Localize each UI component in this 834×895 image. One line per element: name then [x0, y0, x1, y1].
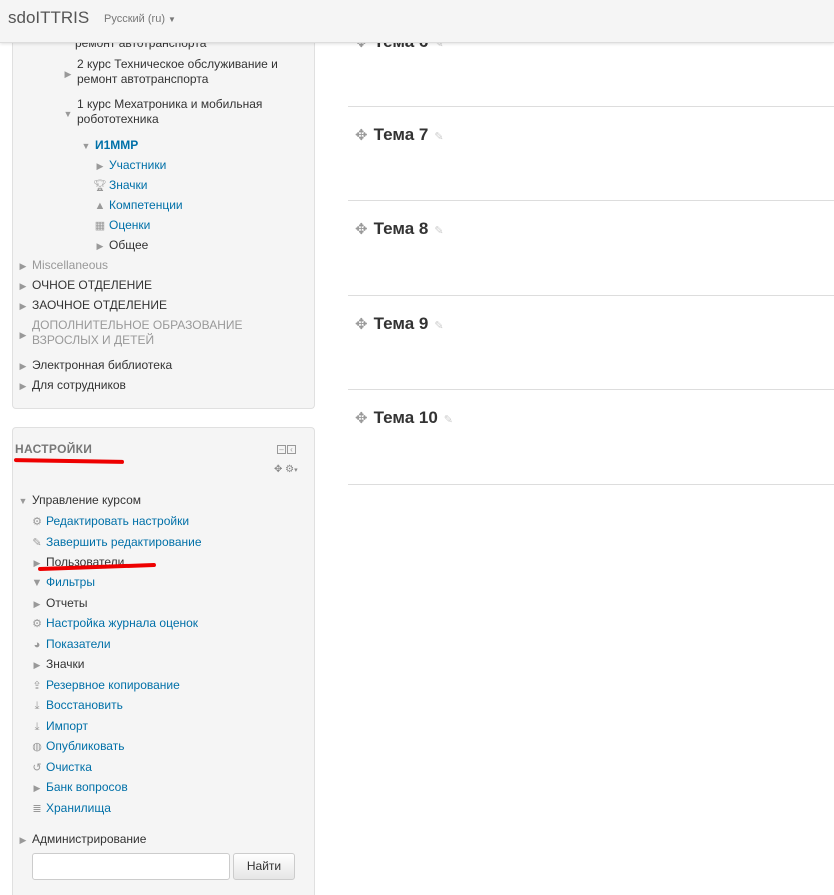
caret-down-icon: ▼: [167, 15, 176, 24]
tree-item-course2-line2: ремонт автотранспорта: [77, 72, 209, 86]
tree-item-library[interactable]: ▶ Электронная библиотека: [16, 358, 173, 374]
settings-item-question-bank[interactable]: ▶ Банк вопросов: [30, 780, 128, 796]
chevron-right-icon: ▶: [33, 783, 41, 793]
settings-course-admin[interactable]: ▼ Управление курсом: [16, 493, 142, 509]
chevron-right-icon: ▶: [19, 330, 27, 340]
table-icon: ▦: [94, 220, 106, 232]
chevron-right-icon: ▶: [64, 69, 72, 79]
settings-item-gradebook-setup[interactable]: ⚙ Настройка журнала оценок: [30, 616, 198, 632]
pencil-icon[interactable]: ✎: [434, 131, 443, 143]
trophy-icon: 🏆︎: [93, 180, 107, 192]
settings-item-repositories[interactable]: ≣ Хранилища: [30, 801, 111, 817]
settings-item-filters[interactable]: ▼ Фильтры: [30, 575, 95, 591]
tree-item-grades[interactable]: ▦ Оценки: [93, 218, 151, 234]
tree-item-participants[interactable]: ▶ Участники: [93, 158, 167, 174]
chevron-down-icon: ▼: [18, 496, 28, 506]
tree-item-current-course[interactable]: ▼ И1ММР: [79, 138, 139, 154]
settings-item-finish-editing[interactable]: ✎ Завершить редактирование: [30, 535, 201, 551]
tree-item-course2-line1: 2 курс Техническое обслуживание и: [77, 57, 278, 71]
tree-item-staff[interactable]: ▶ Для сотрудников: [16, 378, 126, 394]
tree-item-extramural[interactable]: ▶ ЗАОЧНОЕ ОТДЕЛЕНИЕ: [16, 298, 167, 314]
chevron-right-icon: ▶: [33, 660, 41, 670]
settings-item-reset[interactable]: ↺ Очистка: [30, 760, 92, 776]
top-navbar: sdoITTRIS Русский (ru) ▼: [0, 0, 834, 43]
move-icon[interactable]: ✥: [274, 464, 282, 475]
reset-icon: ↺: [32, 762, 42, 774]
tree-item-course1-line2: робототехника: [77, 112, 159, 126]
block-dock-controls[interactable]: – ‹: [276, 444, 296, 455]
tree-item-additional[interactable]: ▶ ДОПОЛНИТЕЛЬНОЕ ОБРАЗОВАНИЕ ВЗРОСЛЫХ И ДЕ…: [16, 318, 243, 348]
tree-item-general[interactable]: ▶ Общее: [93, 238, 149, 254]
topic-divider: [348, 484, 834, 485]
topic-divider: [348, 106, 834, 107]
chevron-right-icon: ▶: [96, 241, 104, 251]
tree-item-course2[interactable]: ▶ 2 курс Техническое обслуживание и ремонт…: [61, 57, 278, 87]
collapse-icon[interactable]: –: [277, 444, 286, 454]
admin-search-input[interactable]: [32, 853, 230, 880]
topic-divider: [348, 200, 834, 201]
settings-site-admin[interactable]: ▶ Администрирование: [16, 832, 147, 848]
database-icon: ≣: [32, 803, 42, 815]
move-icon[interactable]: ✥: [355, 410, 368, 427]
gear-icon[interactable]: ⚙: [285, 464, 294, 475]
topic-8[interactable]: ✥ Тема 8 ✎: [355, 219, 444, 239]
move-icon[interactable]: ✥: [355, 316, 368, 333]
settings-item-import[interactable]: ⤓ Импорт: [30, 719, 88, 735]
language-menu[interactable]: Русский (ru) ▼: [104, 13, 176, 25]
filter-icon: ▼: [31, 577, 43, 589]
chevron-right-icon: ▶: [33, 599, 41, 609]
tree-item-additional-line2: ВЗРОСЛЫХ И ДЕТЕЙ: [32, 333, 155, 347]
tree-item-misc[interactable]: ▶ Miscellaneous: [16, 258, 109, 274]
topic-9[interactable]: ✥ Тема 9 ✎: [355, 314, 444, 334]
caret-down-icon: ▾: [294, 467, 298, 474]
site-brand[interactable]: sdoITTRIS: [8, 8, 89, 28]
tree-item-competencies[interactable]: ▲ Компетенции: [93, 198, 183, 214]
globe-icon: ◍: [32, 741, 42, 753]
chevron-down-icon: ▼: [81, 141, 91, 151]
chevron-right-icon: ▶: [19, 381, 27, 391]
topic-divider: [348, 295, 834, 296]
chevron-right-icon: ▶: [19, 281, 27, 291]
download-icon: ⤓: [34, 700, 40, 712]
settings-item-edit-settings[interactable]: ⚙ Редактировать настройки: [30, 514, 189, 530]
pencil-icon[interactable]: ✎: [444, 414, 453, 426]
settings-title: НАСТРОЙКИ: [15, 442, 93, 456]
chevron-down-icon: ▼: [63, 109, 73, 119]
settings-item-restore[interactable]: ⤓ Восстановить: [30, 698, 123, 714]
language-label: Русский (ru): [104, 13, 165, 25]
gear-icon: ⚙: [32, 618, 42, 630]
pencil-icon[interactable]: ✎: [434, 225, 443, 237]
settings-item-backup[interactable]: ⇪ Резервное копирование: [30, 678, 179, 694]
move-icon[interactable]: ✥: [355, 127, 368, 144]
tree-item-course1[interactable]: ▼ 1 курс Мехатроника и мобильная робототех…: [61, 97, 263, 127]
competency-icon: ▲: [94, 200, 106, 212]
upload-icon: ⇪: [32, 680, 42, 692]
settings-item-badges[interactable]: ▶ Значки: [30, 657, 85, 673]
gear-icon: ⚙: [32, 516, 42, 528]
tree-item-additional-line1: ДОПОЛНИТЕЛЬНОЕ ОБРАЗОВАНИЕ: [32, 318, 243, 332]
chevron-right-icon: ▶: [19, 261, 27, 271]
tree-item-course1-line1: 1 курс Мехатроника и мобильная: [77, 97, 263, 111]
search-button[interactable]: Найти: [233, 853, 295, 880]
tree-item-fulltime[interactable]: ▶ ОЧНОЕ ОТДЕЛЕНИЕ: [16, 278, 152, 294]
block-actions[interactable]: ✥ ⚙▾: [274, 464, 298, 475]
chevron-right-icon: ▶: [96, 161, 104, 171]
topic-10[interactable]: ✥ Тема 10 ✎: [355, 408, 453, 428]
topic-divider: [348, 389, 834, 390]
settings-item-reports[interactable]: ▶ Отчеты: [30, 596, 88, 612]
chevron-right-icon: ▶: [19, 835, 27, 845]
dock-icon[interactable]: ‹: [287, 444, 296, 454]
chevron-right-icon: ▶: [19, 301, 27, 311]
pencil-icon[interactable]: ✎: [434, 320, 443, 332]
outcomes-icon: ◕: [33, 639, 41, 651]
settings-item-outcomes[interactable]: ◕ Показатели: [30, 637, 111, 653]
download-icon: ⤓: [34, 721, 40, 733]
topic-7[interactable]: ✥ Тема 7 ✎: [355, 125, 444, 145]
tree-item-badges[interactable]: 🏆︎ Значки: [93, 178, 147, 194]
settings-item-publish[interactable]: ◍ Опубликовать: [30, 739, 124, 755]
pencil-icon: ✎: [32, 537, 42, 549]
chevron-right-icon: ▶: [19, 361, 27, 371]
move-icon[interactable]: ✥: [355, 221, 368, 238]
